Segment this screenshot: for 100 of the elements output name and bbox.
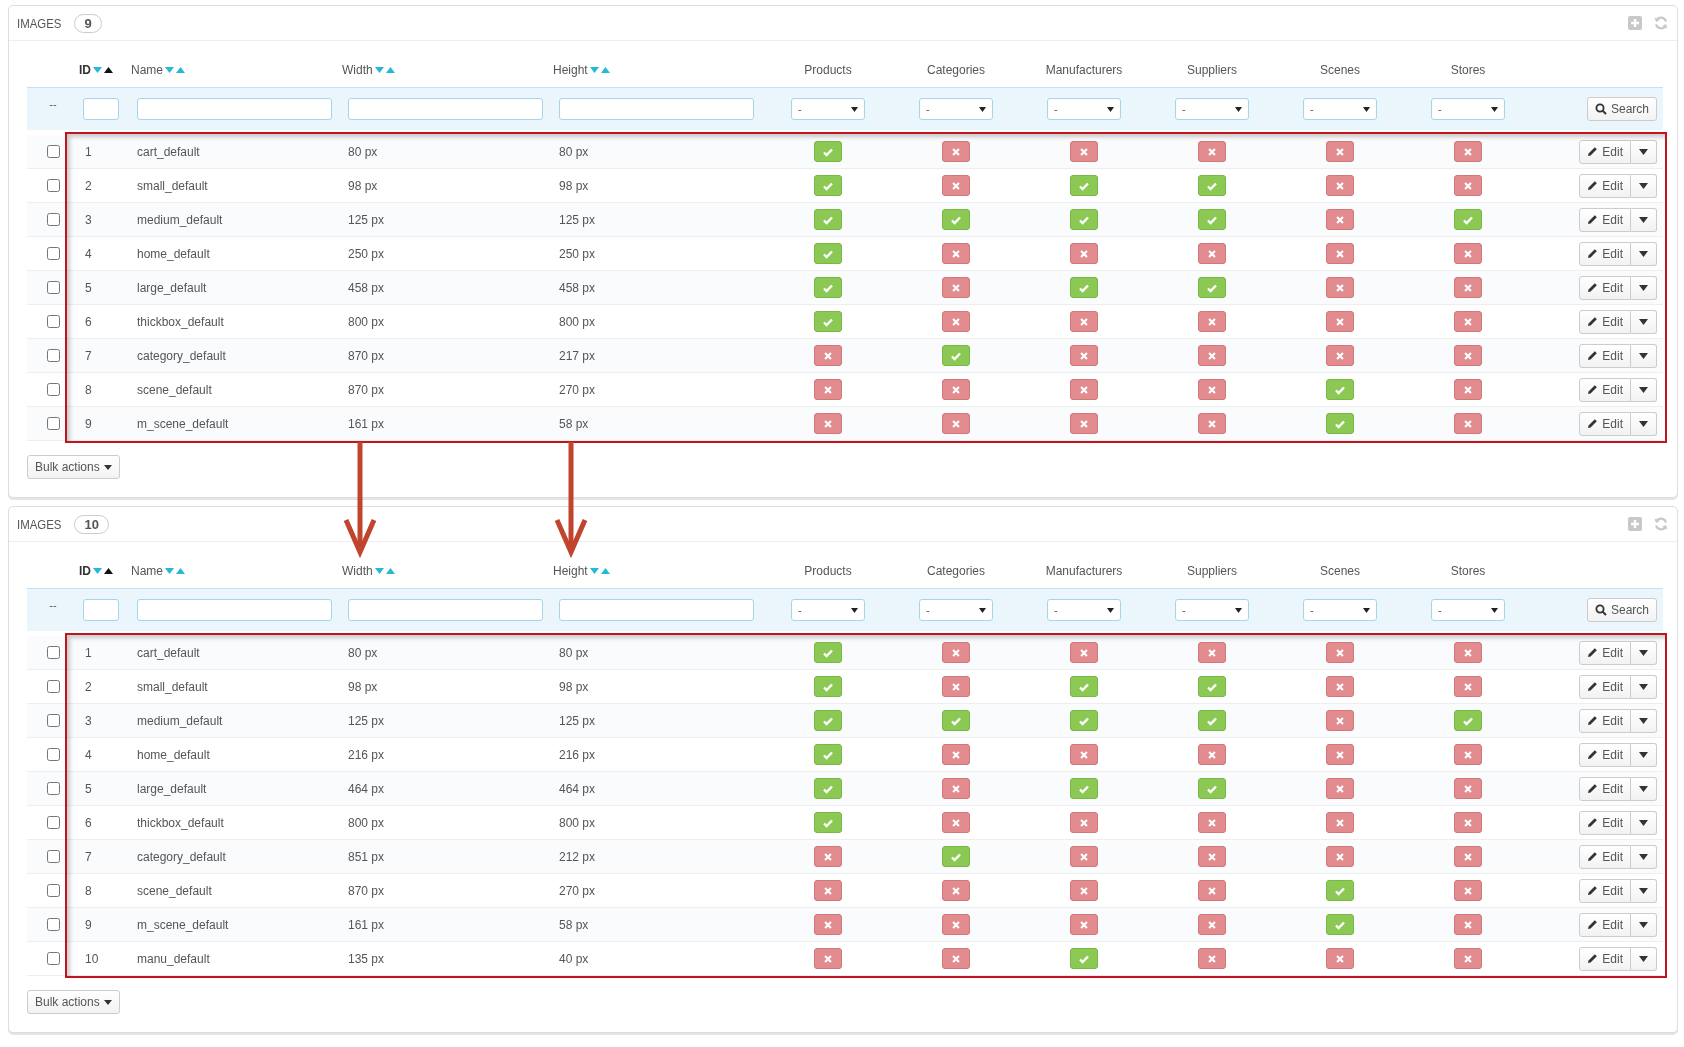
bulk-actions-button[interactable]: Bulk actions [27, 990, 120, 1014]
refresh-icon[interactable] [1653, 516, 1669, 532]
dropdown-toggle-button[interactable] [1631, 878, 1657, 903]
cross-icon[interactable] [942, 311, 970, 332]
sort-descending-icon[interactable] [374, 568, 384, 574]
sort-descending-icon[interactable] [589, 67, 599, 73]
check-icon[interactable] [814, 209, 842, 230]
cross-icon[interactable] [1326, 812, 1354, 833]
sort-ascending-icon[interactable] [104, 568, 113, 574]
dropdown-toggle-button[interactable] [1631, 411, 1657, 436]
cross-icon[interactable] [942, 676, 970, 697]
dropdown-toggle-button[interactable] [1631, 241, 1657, 266]
cross-icon[interactable] [1454, 413, 1482, 434]
dropdown-toggle-button[interactable] [1631, 742, 1657, 767]
dropdown-toggle-button[interactable] [1631, 708, 1657, 733]
check-icon[interactable] [1326, 914, 1354, 935]
cross-icon[interactable] [814, 948, 842, 969]
check-icon[interactable] [814, 642, 842, 663]
edit-button[interactable]: Edit [1579, 640, 1631, 665]
cross-icon[interactable] [1326, 710, 1354, 731]
filter-dropdown[interactable]: - [1047, 599, 1121, 621]
edit-button[interactable]: Edit [1579, 674, 1631, 699]
filter-dropdown[interactable]: - [1431, 98, 1505, 120]
cross-icon[interactable] [942, 141, 970, 162]
dropdown-toggle-button[interactable] [1631, 343, 1657, 368]
dropdown-toggle-button[interactable] [1631, 275, 1657, 300]
cross-icon[interactable] [1326, 175, 1354, 196]
dropdown-toggle-button[interactable] [1631, 207, 1657, 232]
cross-icon[interactable] [814, 880, 842, 901]
edit-button[interactable]: Edit [1579, 241, 1631, 266]
cross-icon[interactable] [1070, 141, 1098, 162]
edit-button[interactable]: Edit [1579, 878, 1631, 903]
dropdown-toggle-button[interactable] [1631, 946, 1657, 971]
cross-icon[interactable] [942, 880, 970, 901]
filter-input[interactable] [83, 98, 119, 120]
cross-icon[interactable] [814, 413, 842, 434]
refresh-icon[interactable] [1653, 15, 1669, 31]
filter-dropdown[interactable]: - [1047, 98, 1121, 120]
search-button[interactable]: Search [1586, 97, 1657, 121]
edit-button[interactable]: Edit [1579, 411, 1631, 436]
cross-icon[interactable] [1326, 277, 1354, 298]
sort-descending-icon[interactable] [165, 568, 174, 574]
cross-icon[interactable] [942, 243, 970, 264]
cross-icon[interactable] [1454, 744, 1482, 765]
cross-icon[interactable] [1198, 141, 1226, 162]
check-icon[interactable] [1326, 379, 1354, 400]
row-checkbox[interactable] [46, 417, 60, 430]
cross-icon[interactable] [1454, 676, 1482, 697]
check-icon[interactable] [1198, 175, 1226, 196]
filter-input[interactable] [348, 98, 543, 120]
row-checkbox[interactable] [46, 748, 60, 761]
cross-icon[interactable] [1454, 914, 1482, 935]
cross-icon[interactable] [942, 277, 970, 298]
dropdown-toggle-button[interactable] [1631, 640, 1657, 665]
add-icon[interactable] [1627, 15, 1643, 31]
cross-icon[interactable] [1070, 846, 1098, 867]
cross-icon[interactable] [814, 345, 842, 366]
edit-button[interactable]: Edit [1579, 309, 1631, 334]
row-checkbox[interactable] [46, 349, 60, 362]
cross-icon[interactable] [1454, 846, 1482, 867]
cross-icon[interactable] [1326, 846, 1354, 867]
filter-dropdown[interactable]: - [919, 98, 993, 120]
edit-button[interactable]: Edit [1579, 343, 1631, 368]
check-icon[interactable] [814, 812, 842, 833]
filter-input[interactable] [559, 98, 754, 120]
cross-icon[interactable] [1454, 277, 1482, 298]
check-icon[interactable] [814, 243, 842, 264]
check-icon[interactable] [1070, 710, 1098, 731]
cross-icon[interactable] [942, 379, 970, 400]
sort-ascending-icon[interactable] [104, 67, 113, 73]
cross-icon[interactable] [942, 948, 970, 969]
dropdown-toggle-button[interactable] [1631, 810, 1657, 835]
filter-dropdown[interactable]: - [791, 599, 865, 621]
cross-icon[interactable] [1326, 676, 1354, 697]
cross-icon[interactable] [1198, 379, 1226, 400]
cross-icon[interactable] [1326, 744, 1354, 765]
cross-icon[interactable] [1198, 311, 1226, 332]
check-icon[interactable] [1070, 676, 1098, 697]
edit-button[interactable]: Edit [1579, 844, 1631, 869]
filter-dropdown[interactable]: - [1175, 599, 1249, 621]
cross-icon[interactable] [1198, 413, 1226, 434]
filter-dropdown[interactable]: - [1303, 98, 1377, 120]
check-icon[interactable] [1070, 948, 1098, 969]
cross-icon[interactable] [1326, 778, 1354, 799]
check-icon[interactable] [814, 710, 842, 731]
cross-icon[interactable] [1198, 345, 1226, 366]
check-icon[interactable] [942, 710, 970, 731]
search-button[interactable]: Search [1586, 598, 1657, 622]
cross-icon[interactable] [1070, 914, 1098, 935]
cross-icon[interactable] [1326, 311, 1354, 332]
check-icon[interactable] [1454, 710, 1482, 731]
cross-icon[interactable] [1198, 243, 1226, 264]
edit-button[interactable]: Edit [1579, 207, 1631, 232]
check-icon[interactable] [1326, 413, 1354, 434]
cross-icon[interactable] [814, 914, 842, 935]
check-icon[interactable] [814, 676, 842, 697]
edit-button[interactable]: Edit [1579, 275, 1631, 300]
cross-icon[interactable] [1326, 141, 1354, 162]
cross-icon[interactable] [1326, 642, 1354, 663]
cross-icon[interactable] [1454, 141, 1482, 162]
